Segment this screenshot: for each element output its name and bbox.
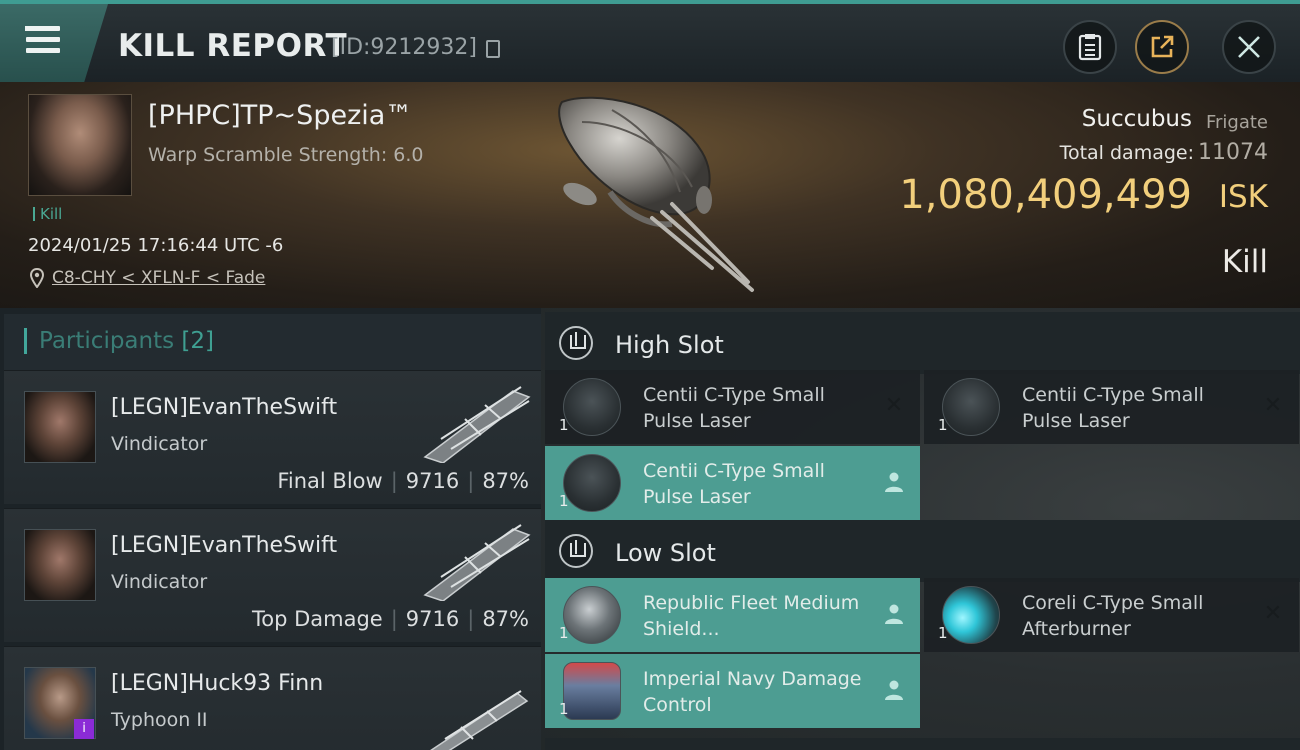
pulse-laser-icon	[942, 378, 1000, 436]
participant-portrait[interactable]	[24, 529, 96, 601]
participant-damage: 9716	[405, 607, 460, 631]
damage-control-icon	[563, 662, 621, 720]
person-icon	[885, 604, 903, 624]
participant-ship: Vindicator	[111, 433, 208, 455]
high-slot-icon	[559, 326, 593, 360]
module-quantity: 1	[938, 624, 948, 642]
person-icon	[885, 472, 903, 492]
copy-icon[interactable]	[486, 40, 500, 58]
participant-ship: Vindicator	[111, 571, 208, 593]
close-icon	[1238, 36, 1260, 58]
warp-scramble-strength: Warp Scramble Strength: 6.0	[148, 144, 424, 166]
module-name: Imperial Navy Damage Control	[643, 668, 862, 716]
module-name: Centii C-Type Small Pulse Laser	[643, 460, 825, 508]
menu-button[interactable]	[0, 4, 108, 82]
high-slot-title: High Slot	[615, 331, 724, 359]
module-item[interactable]: 1 Coreli C-Type Small Afterburner ✕	[924, 578, 1299, 652]
page-title: KILL REPORT	[118, 28, 348, 64]
module-name: Centii C-Type Small Pulse Laser	[1022, 384, 1204, 432]
participants-title: Participants [2]	[24, 328, 214, 354]
skill-badge-icon: i	[74, 719, 94, 739]
participant-stats: Final Blow | 9716 | 87%	[277, 469, 529, 493]
isk-unit: ISK	[1218, 179, 1268, 215]
module-item[interactable]: 1 Centii C-Type Small Pulse Laser ✕	[924, 370, 1299, 444]
participant-damage: 9716	[405, 469, 460, 493]
share-icon	[1151, 35, 1174, 58]
module-item[interactable]: 1 Republic Fleet Medium Shield...	[545, 578, 920, 652]
module-quantity: 1	[559, 700, 569, 718]
participant-name[interactable]: [LEGN]EvanTheSwift	[111, 395, 337, 420]
participants-header: Participants [2]	[4, 314, 541, 370]
top-bar: KILL REPORT [ID:9212932]	[0, 0, 1300, 82]
module-quantity: 1	[559, 624, 569, 642]
participant-percent: 87%	[482, 607, 529, 631]
victim-name[interactable]: [PHPC]TP~Spezia™	[148, 100, 412, 131]
module-name: Centii C-Type Small Pulse Laser	[643, 384, 825, 432]
hamburger-menu-icon[interactable]	[25, 26, 60, 56]
clipboard-button[interactable]	[1063, 20, 1117, 74]
total-damage-label: Total damage:	[1059, 142, 1194, 164]
participants-count: [2]	[181, 328, 215, 354]
module-name: Republic Fleet Medium Shield...	[643, 592, 860, 640]
module-item[interactable]: 1 Centii C-Type Small Pulse Laser ✕	[545, 370, 920, 444]
isk-value: 1,080,409,499	[899, 172, 1192, 218]
participant-row[interactable]: [LEGN]EvanTheSwift Vindicator Final Blow…	[4, 370, 541, 504]
pulse-laser-icon	[563, 454, 621, 512]
x-mark-icon: ✕	[1263, 393, 1283, 418]
total-damage-value: 11074	[1198, 140, 1268, 165]
participant-role: Final Blow	[277, 469, 383, 493]
next-section-header	[545, 738, 1300, 750]
participant-ship-image	[423, 386, 531, 463]
module-item[interactable]: 1 Imperial Navy Damage Control	[545, 654, 920, 728]
low-slot-title: Low Slot	[615, 539, 716, 567]
participant-name[interactable]: [LEGN]Huck93 Finn	[111, 671, 323, 696]
clipboard-icon	[1078, 34, 1102, 61]
report-id: [ID:9212932]	[331, 35, 477, 60]
high-slot-header: High Slot	[545, 312, 1300, 374]
victim-panel: [PHPC]TP~Spezia™ Warp Scramble Strength:…	[0, 82, 1300, 308]
x-mark-icon: ✕	[884, 393, 904, 418]
close-button[interactable]	[1222, 20, 1276, 74]
participant-ship-image	[430, 690, 529, 750]
module-quantity: 1	[559, 416, 569, 434]
module-quantity: 1	[559, 492, 569, 510]
participant-ship: Typhoon II	[111, 709, 208, 731]
x-mark-icon: ✕	[1263, 601, 1283, 626]
participant-row[interactable]: [LEGN]EvanTheSwift Vindicator Top Damage…	[4, 508, 541, 642]
kill-timestamp: 2024/01/25 17:16:44 UTC -6	[28, 235, 284, 256]
participant-ship-image	[423, 524, 531, 601]
module-name: Coreli C-Type Small Afterburner	[1022, 592, 1204, 640]
share-button[interactable]	[1135, 20, 1189, 74]
module-item[interactable]: 1 Centii C-Type Small Pulse Laser	[545, 446, 920, 520]
afterburner-icon	[942, 586, 1000, 644]
participant-stats: Top Damage | 9716 | 87%	[251, 607, 529, 631]
fitting-panel: High Slot 1 Centii C-Type Small Pulse La…	[541, 308, 1300, 750]
low-slot-icon	[559, 534, 593, 568]
shield-extender-icon	[563, 586, 621, 644]
participants-panel: Participants [2] [LEGN]EvanTheSwift Vind…	[0, 308, 541, 750]
person-icon	[885, 680, 903, 700]
participant-percent: 87%	[482, 469, 529, 493]
participant-name[interactable]: [LEGN]EvanTheSwift	[111, 533, 337, 558]
participant-portrait[interactable]	[24, 391, 96, 463]
participant-role: Top Damage	[251, 607, 383, 631]
kill-location-link[interactable]: C8-CHY < XFLN-F < Fade	[52, 268, 265, 288]
victim-portrait[interactable]	[28, 94, 132, 196]
victim-ship-name[interactable]: Succubus	[1082, 106, 1192, 132]
pulse-laser-icon	[563, 378, 621, 436]
kill-tag: Kill	[33, 207, 62, 222]
low-slot-header: Low Slot	[545, 520, 1300, 582]
kill-result: Kill	[1221, 244, 1268, 280]
victim-ship-image[interactable]	[552, 92, 762, 297]
participant-row[interactable]: i [LEGN]Huck93 Finn Typhoon II	[4, 646, 541, 750]
module-quantity: 1	[938, 416, 948, 434]
victim-ship-class: Frigate	[1205, 112, 1268, 133]
location-pin-icon	[30, 268, 44, 288]
participants-title-label: Participants	[39, 328, 175, 354]
